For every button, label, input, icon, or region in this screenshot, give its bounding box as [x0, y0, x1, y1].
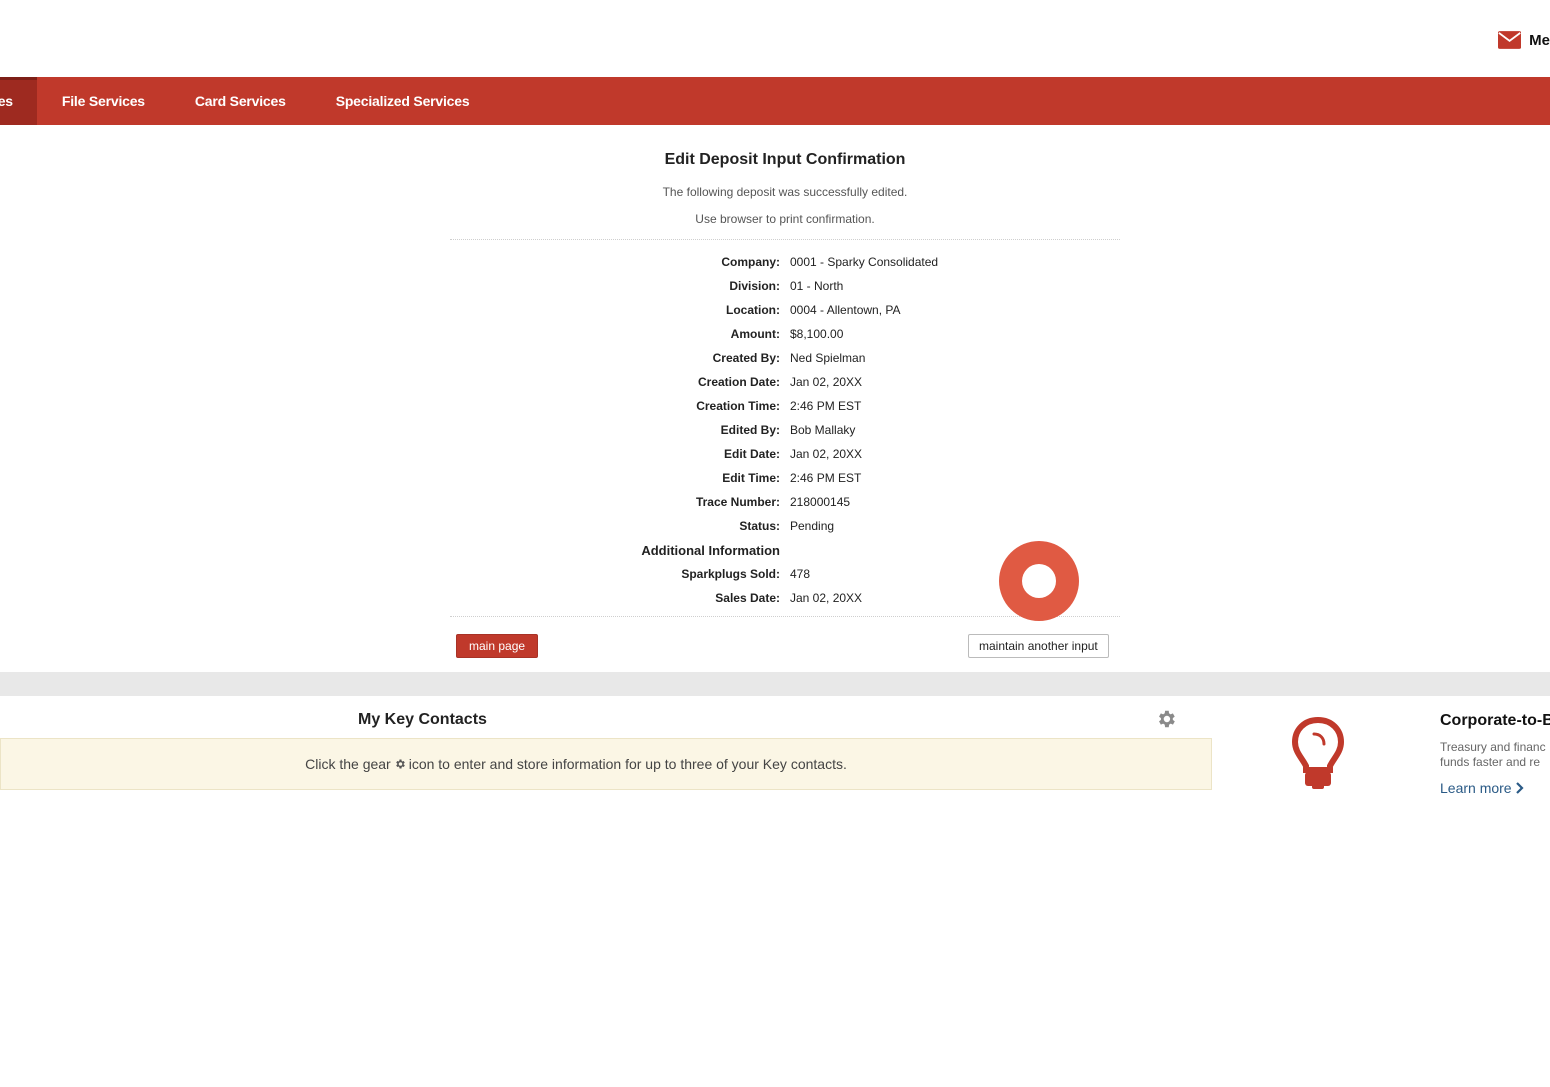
chevron-right-icon	[1515, 782, 1524, 794]
detail-value: 2:46 PM EST	[790, 471, 862, 485]
detail-label: Trace Number:	[695, 495, 780, 509]
detail-value: Jan 02, 20XX	[790, 591, 863, 605]
key-contacts-title: My Key Contacts	[358, 711, 487, 728]
detail-label: Creation Time:	[696, 399, 780, 413]
detail-label: Amount:	[730, 327, 780, 341]
nav-item-specialized-services[interactable]: Specialized Services	[311, 77, 495, 125]
maintain-another-input-button[interactable]: maintain another input	[968, 634, 1109, 658]
print-note: Use browser to print confirmation.	[695, 212, 875, 226]
detail-label: Edit Time:	[722, 471, 780, 485]
detail-value: 01 - North	[790, 279, 844, 293]
detail-row-creation-time: Creation Time: 2:46 PM EST	[450, 394, 1120, 418]
main-page-button[interactable]: main page	[456, 634, 539, 658]
detail-label: Created By:	[712, 351, 780, 365]
detail-row-created-by: Created By: Ned Spielman	[450, 346, 1120, 370]
gear-icon[interactable]	[1155, 708, 1177, 730]
detail-label: Location:	[726, 303, 780, 317]
detail-value: 0004 - Allentown, PA	[790, 303, 901, 317]
detail-label: Creation Date:	[697, 375, 780, 389]
detail-value: 0001 - Sparky Consolidated	[790, 255, 939, 269]
note-text-before: Click the gear	[305, 756, 391, 772]
detail-value: $8,100.00	[790, 327, 844, 341]
click-indicator	[999, 541, 1079, 621]
detail-row-creation-date: Creation Date: Jan 02, 20XX	[450, 370, 1120, 394]
detail-label: Company:	[721, 255, 780, 269]
learn-more-link[interactable]: Learn more	[1440, 780, 1550, 796]
detail-row-company: Company: 0001 - Sparky Consolidated	[450, 250, 1120, 274]
detail-row-division: Division: 01 - North	[450, 274, 1120, 298]
promo-text: Treasury and financ funds faster and re	[1440, 740, 1550, 770]
promo-line: Treasury and financ	[1440, 740, 1546, 754]
lightbulb-icon	[1291, 716, 1345, 789]
detail-value: 218000145	[790, 495, 851, 509]
messages-label: Me	[1529, 31, 1550, 49]
additional-info-heading: Additional Information	[641, 542, 780, 558]
detail-row-status: Status: Pending	[450, 514, 1120, 538]
promo-title: Corporate-to-B	[1440, 712, 1550, 729]
detail-label: Division:	[729, 279, 780, 293]
action-bar: main page maintain another input	[450, 617, 1120, 677]
page-title: Edit Deposit Input Confirmation	[664, 151, 906, 168]
detail-value: Pending	[790, 519, 835, 533]
promo-line: funds faster and re	[1440, 755, 1541, 769]
learn-more-label: Learn more	[1440, 780, 1512, 796]
key-contacts-note: Click the gear icon to enter and store i…	[0, 738, 1212, 790]
success-message: The following deposit was successfully e…	[662, 185, 908, 199]
envelope-icon	[1498, 31, 1522, 49]
detail-row-amount: Amount: $8,100.00	[450, 322, 1120, 346]
detail-row-location: Location: 0004 - Allentown, PA	[450, 298, 1120, 322]
nav-item-truncated[interactable]: les	[0, 77, 37, 125]
detail-label: Status:	[739, 519, 780, 533]
detail-value: Jan 02, 20XX	[790, 375, 863, 389]
detail-row-edited-by: Edited By: Bob Mallaky	[450, 418, 1120, 442]
detail-label: Sparkplugs Sold:	[681, 567, 780, 581]
detail-value: 2:46 PM EST	[790, 399, 862, 413]
detail-row-trace-number: Trace Number: 218000145	[450, 490, 1120, 514]
divider	[450, 239, 1120, 240]
nav-item-file-services[interactable]: File Services	[37, 77, 170, 125]
detail-value: Jan 02, 20XX	[790, 447, 863, 461]
nav-item-label: les	[0, 93, 13, 109]
detail-label: Sales Date:	[715, 591, 780, 605]
detail-value: Bob Mallaky	[790, 423, 856, 437]
note-text-after: icon to enter and store information for …	[408, 756, 847, 772]
detail-label: Edited By:	[720, 423, 780, 437]
detail-row-edit-date: Edit Date: Jan 02, 20XX	[450, 442, 1120, 466]
detail-label: Edit Date:	[723, 447, 780, 461]
detail-row-edit-time: Edit Time: 2:46 PM EST	[450, 466, 1120, 490]
nav-item-card-services[interactable]: Card Services	[170, 77, 311, 125]
inline-gear-icon	[395, 759, 405, 769]
detail-value: Ned Spielman	[790, 351, 866, 365]
section-separator	[0, 672, 1550, 696]
promo-panel: Corporate-to-B Treasury and financ funds …	[1440, 712, 1550, 796]
main-nav: les File Services Card Services Speciali…	[0, 77, 1550, 125]
messages-link[interactable]: Me	[1498, 28, 1550, 52]
detail-value: 478	[790, 567, 811, 581]
top-header: Me	[0, 0, 1550, 77]
